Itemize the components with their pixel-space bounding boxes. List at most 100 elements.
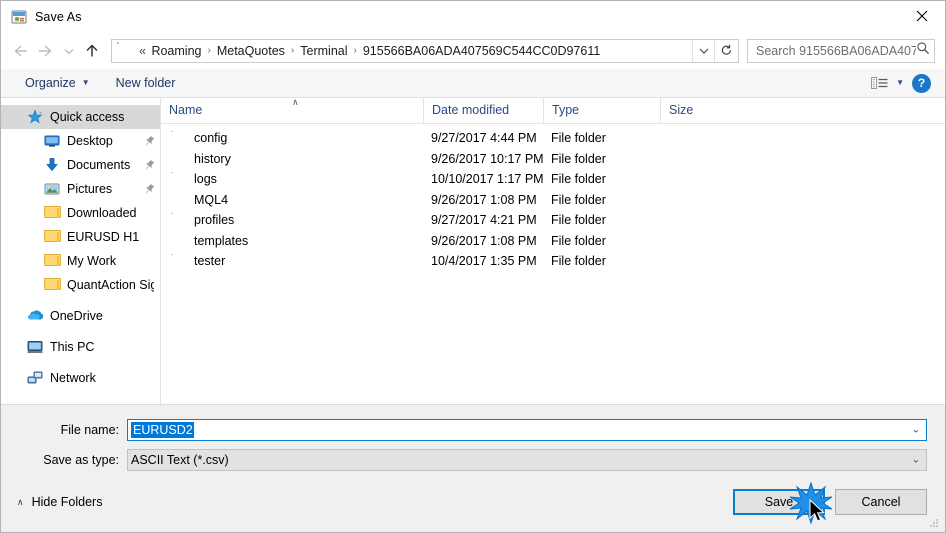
search-icon[interactable]: [916, 41, 930, 60]
organize-button[interactable]: Organize ▼: [17, 73, 98, 93]
chevron-down-icon[interactable]: ⌄: [912, 455, 920, 466]
help-button[interactable]: ?: [912, 73, 931, 93]
sidebar-item-onedrive[interactable]: OneDrive: [1, 304, 160, 328]
table-row[interactable]: config 9/27/2017 4:44 PM File folder: [161, 128, 945, 149]
resize-grip[interactable]: [928, 516, 940, 528]
nav-group-gap: [1, 359, 160, 366]
monitor-icon: [44, 133, 60, 149]
chevron-up-icon: ∧: [17, 496, 24, 507]
sidebar-item-label: Quick access: [50, 110, 125, 124]
file-date-cell: 9/27/2017 4:21 PM: [431, 213, 537, 228]
file-name-text: MQL4: [194, 192, 229, 207]
folder-icon: [171, 132, 186, 145]
view-layout-icon[interactable]: [871, 76, 888, 91]
breadcrumb-separator[interactable]: ›: [351, 45, 360, 56]
file-name-text: profiles: [194, 213, 235, 228]
breadcrumb-separator[interactable]: ›: [288, 45, 297, 56]
table-row[interactable]: templates 9/26/2017 1:08 PM File folder: [161, 231, 945, 252]
file-list-pane: Name Date modified Type Size ∧ config 9/2…: [161, 98, 945, 404]
sidebar-item-this-pc[interactable]: This PC: [1, 335, 160, 359]
folder-icon: [171, 255, 186, 268]
breadcrumb-item-1[interactable]: MetaQuotes: [214, 44, 288, 58]
file-type-cell: File folder: [551, 233, 606, 248]
column-headers: Name Date modified Type Size ∧: [161, 98, 945, 124]
file-date-cell: 10/10/2017 1:17 PM: [431, 172, 543, 187]
folder-icon: [44, 253, 61, 269]
file-name-label: File name:: [60, 423, 119, 437]
breadcrumb-separator[interactable]: ›: [204, 45, 213, 56]
this-pc-icon: [27, 339, 43, 355]
table-row[interactable]: profiles 9/27/2017 4:21 PM File folder: [161, 210, 945, 231]
file-name-value: EURUSD2: [131, 422, 194, 438]
sidebar-item-network[interactable]: Network: [1, 366, 160, 390]
file-date-cell: 9/26/2017 1:08 PM: [431, 192, 537, 207]
sidebar-item-label: Desktop: [67, 134, 113, 148]
action-buttons: Save Cancel: [733, 481, 927, 525]
forward-arrow-icon[interactable]: [33, 38, 59, 64]
back-arrow-icon[interactable]: [7, 38, 33, 64]
sidebar-item-downloaded[interactable]: Downloaded: [1, 201, 160, 225]
file-name-cell: history: [161, 152, 423, 166]
pin-icon[interactable]: [144, 183, 155, 195]
folder-icon: [44, 205, 61, 221]
up-arrow-icon[interactable]: [79, 38, 105, 64]
chevron-down-icon: ▼: [81, 78, 90, 87]
picture-icon: [44, 181, 60, 197]
refresh-icon[interactable]: [714, 39, 738, 62]
recent-locations-chevron-icon[interactable]: [59, 38, 79, 64]
sidebar-item-label: OneDrive: [50, 309, 103, 323]
breadcrumb-item-0[interactable]: Roaming: [148, 44, 204, 58]
table-row[interactable]: tester 10/4/2017 1:35 PM File folder: [161, 251, 945, 272]
save-as-type-select[interactable]: ASCII Text (*.csv) ⌄: [127, 449, 927, 471]
file-type-cell: File folder: [551, 131, 606, 146]
column-header-type[interactable]: Type: [543, 98, 660, 123]
save-as-type-row: Save as type: ASCII Text (*.csv) ⌄: [1, 449, 945, 471]
address-bar[interactable]: « Roaming › MetaQuotes › Terminal › 9155…: [111, 38, 739, 63]
cancel-button[interactable]: Cancel: [835, 489, 927, 515]
table-row[interactable]: logs 10/10/2017 1:17 PM File folder: [161, 169, 945, 190]
table-row[interactable]: MQL4 9/26/2017 1:08 PM File folder: [161, 190, 945, 211]
column-header-date-modified[interactable]: Date modified: [423, 98, 543, 123]
sidebar-item-my-work[interactable]: My Work: [1, 249, 160, 273]
breadcrumb-item-3[interactable]: 915566BA06ADA407569C544CC0D97611: [360, 44, 603, 58]
folder-icon: [44, 229, 61, 245]
sidebar-item-quick-access[interactable]: Quick access: [1, 105, 160, 129]
sidebar-item-label: This PC: [50, 340, 95, 354]
sidebar-item-label: QuantAction Signal: [67, 278, 154, 292]
pin-icon[interactable]: [144, 135, 155, 147]
sidebar-item-eurusd-h1[interactable]: EURUSD H1: [1, 225, 160, 249]
breadcrumb-item-2[interactable]: Terminal: [297, 44, 350, 58]
folder-icon: [171, 193, 186, 206]
table-row[interactable]: history 9/26/2017 10:17 PM File folder: [161, 149, 945, 170]
chevron-down-icon[interactable]: ⌄: [912, 425, 920, 436]
folder-icon: [171, 152, 186, 165]
command-toolbar: Organize ▼ New folder ▼ ?: [1, 69, 945, 98]
hide-folders-toggle[interactable]: ∧ Hide Folders: [17, 495, 102, 509]
sidebar-item-label: Downloaded: [67, 206, 137, 220]
save-as-type-label: Save as type:: [43, 453, 119, 467]
sidebar-item-pictures[interactable]: Pictures: [1, 177, 160, 201]
search-input[interactable]: Search 915566BA06ADA40756...: [747, 38, 935, 63]
breadcrumb-overflow[interactable]: «: [137, 44, 148, 58]
file-name-input[interactable]: EURUSD2 ⌄: [127, 419, 927, 441]
save-button[interactable]: Save: [733, 489, 825, 515]
dialog-body: Quick access Desktop Documents Pictures Down…: [1, 98, 945, 404]
view-dropdown-chevron-icon[interactable]: ▼: [896, 79, 904, 87]
sidebar-item-label: Pictures: [67, 182, 113, 196]
sidebar-item-documents[interactable]: Documents: [1, 153, 160, 177]
column-header-size[interactable]: Size: [660, 98, 740, 123]
address-dropdown-icon[interactable]: [692, 39, 714, 62]
pin-icon[interactable]: [144, 159, 155, 171]
window-title: Save As: [35, 9, 82, 24]
close-icon[interactable]: [899, 1, 945, 31]
folder-icon: [171, 234, 186, 247]
title-bar: Save As: [1, 1, 945, 32]
sidebar-item-quantaction-signal[interactable]: QuantAction Signal: [1, 273, 160, 297]
sidebar-item-desktop[interactable]: Desktop: [1, 129, 160, 153]
file-name-cell: config: [161, 131, 423, 145]
new-folder-button[interactable]: New folder: [108, 73, 184, 93]
save-as-icon: [11, 9, 27, 25]
hide-folders-label: Hide Folders: [31, 495, 103, 509]
address-folder-icon: [117, 44, 133, 58]
file-date-cell: 9/27/2017 4:44 PM: [431, 131, 537, 146]
